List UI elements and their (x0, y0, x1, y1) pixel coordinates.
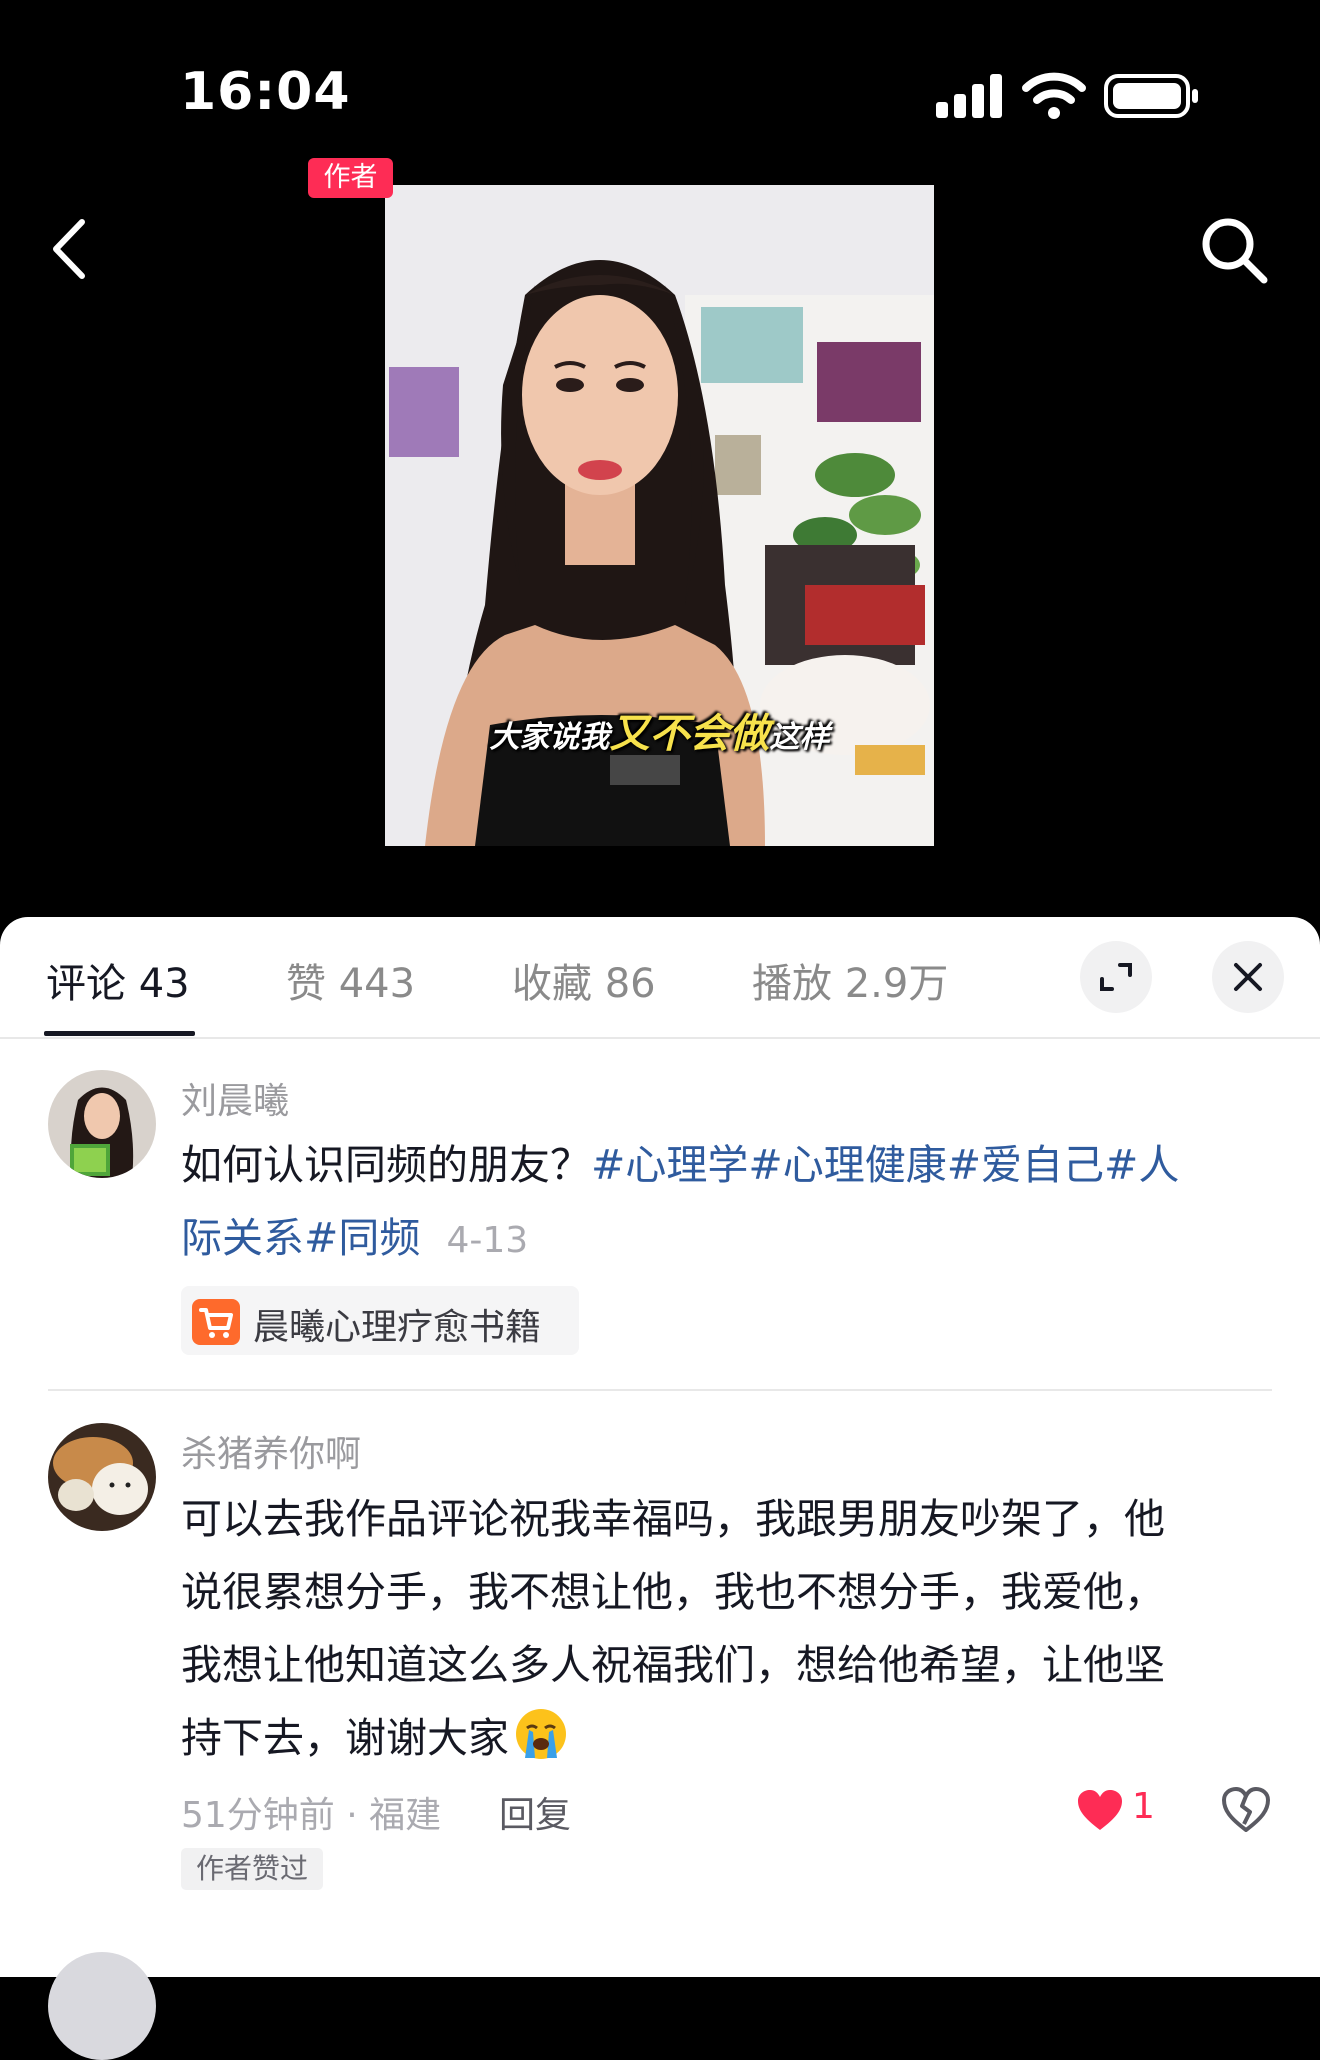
post-hashtags-line-2[interactable]: 际关系#同频 (181, 1214, 420, 1262)
author-badge: 作者 (308, 158, 393, 198)
author-avatar[interactable] (48, 1070, 156, 1178)
search-icon (1202, 218, 1268, 284)
next-comment-avatar[interactable] (48, 1952, 156, 2060)
product-label: 晨曦心理疗愈书籍 (253, 1307, 542, 1348)
comment-body: 可以去我作品评论祝我幸福吗，我跟男朋友吵架了，他 说很累想分手，我不想让他，我也… (181, 1483, 1281, 1775)
status-time: 16:04 (180, 62, 351, 122)
signal-icon (936, 74, 1002, 118)
tab-comments[interactable]: 评论 43 (46, 951, 190, 1009)
video-caption: 大家说我又不会做这样 (385, 701, 934, 759)
post-text: 如何认识同频的朋友？ (181, 1141, 591, 1189)
author-avatar-image (48, 1070, 156, 1178)
battery-icon (1104, 74, 1198, 118)
heart-icon (1078, 1790, 1122, 1830)
close-icon (1234, 963, 1262, 991)
post-date: 4-13 (446, 1220, 529, 1261)
commenter-avatar-image (48, 1423, 156, 1531)
tab-favorites[interactable]: 收藏 86 (512, 951, 656, 1009)
caption-highlight: 又不会做 (609, 711, 770, 757)
reply-button[interactable]: 回复 (499, 1786, 571, 1838)
post-hashtags-line-1[interactable]: #心理学#心理健康#爱自己#人 (591, 1141, 1179, 1189)
post-text-line-2: 际关系#同频 4-13 (181, 1202, 1261, 1277)
expand-icon (1100, 963, 1132, 991)
author-name[interactable]: 刘晨曦 (181, 1072, 289, 1124)
comment-line-3: 我想让他知道这么多人祝福我们，想给他希望，让他坚 (181, 1641, 1165, 1689)
post-text-line-1: 如何认识同频的朋友？#心理学#心理健康#爱自己#人 (181, 1129, 1261, 1202)
author-liked-tag: 作者赞过 (181, 1848, 323, 1890)
dislike-button[interactable] (1220, 1784, 1272, 1836)
comment-line-4: 持下去，谢谢大家 (181, 1702, 1281, 1775)
back-icon (53, 219, 85, 279)
like-count: 1 (1132, 1786, 1155, 1827)
caption-plain-2: 这样 (769, 720, 830, 755)
crying-face-icon (516, 1709, 566, 1759)
wifi-icon (1022, 72, 1086, 119)
tab-bar: 评论 43 赞 443 收藏 86 播放 2.9万 (0, 917, 1320, 1039)
video-player[interactable]: 大家说我又不会做这样 (385, 185, 934, 846)
divider (48, 1389, 1272, 1391)
comment-line-4-text: 持下去，谢谢大家 (181, 1714, 509, 1762)
comment-line-2: 说很累想分手，我不想让他，我也不想分手，我爱他， (181, 1568, 1165, 1616)
tab-plays[interactable]: 播放 2.9万 (752, 951, 948, 1009)
back-button[interactable] (44, 214, 94, 284)
broken-heart-icon (1222, 1787, 1270, 1832)
active-tab-indicator (44, 1031, 195, 1036)
product-link[interactable]: 晨曦心理疗愈书籍 (181, 1286, 579, 1355)
expand-button[interactable] (1080, 941, 1152, 1013)
tab-likes[interactable]: 赞 443 (286, 951, 415, 1009)
like-button[interactable]: 1 (1076, 1784, 1186, 1838)
comment-meta: 51分钟前 · 福建 (181, 1795, 442, 1836)
close-button[interactable] (1212, 941, 1284, 1013)
comment-line-1: 可以去我作品评论祝我幸福吗，我跟男朋友吵架了，他 (181, 1495, 1165, 1543)
cart-icon (192, 1299, 240, 1345)
caption-plain-1: 大家说我 (489, 720, 610, 755)
search-button[interactable] (1196, 212, 1272, 288)
commenter-name[interactable]: 杀猪养你啊 (181, 1425, 361, 1477)
commenter-avatar[interactable] (48, 1423, 156, 1531)
